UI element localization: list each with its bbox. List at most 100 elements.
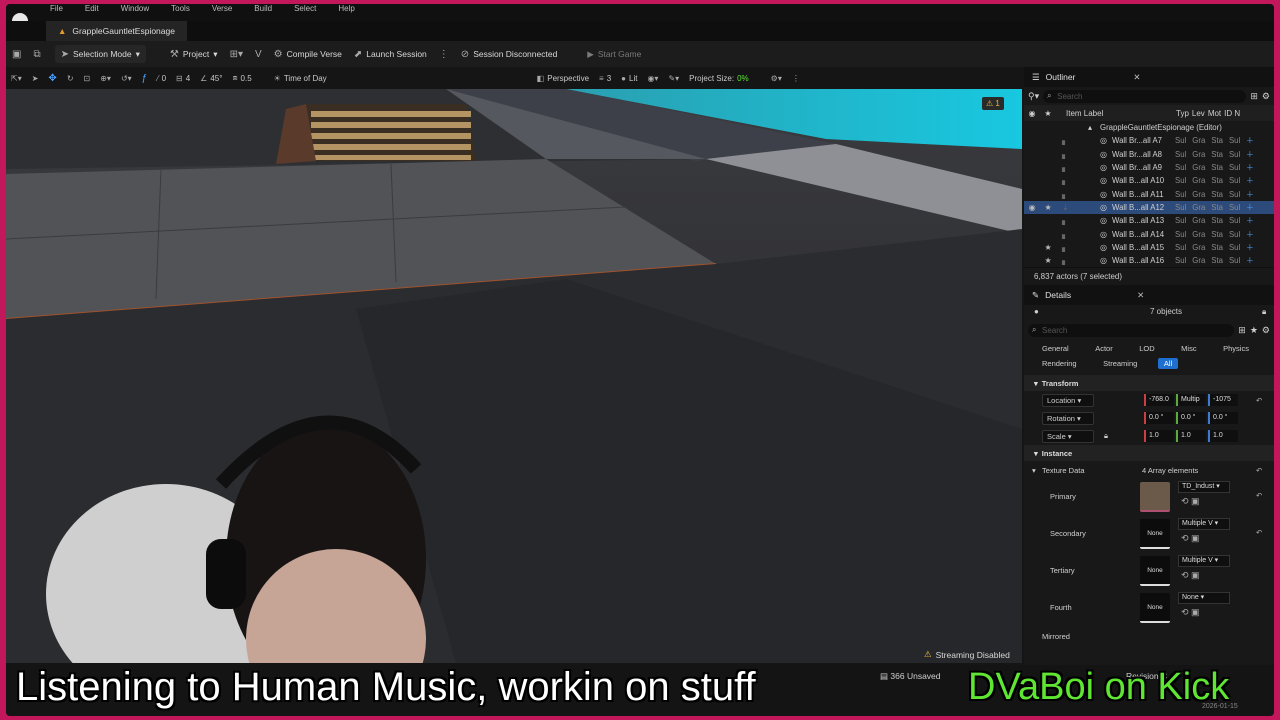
star-icon[interactable]: ★ [1040,203,1056,212]
texture-thumbnail[interactable]: None [1140,519,1170,550]
close-icon[interactable]: ✕ [1137,290,1144,301]
angle-snap-dropdown[interactable]: ∠ 45° [195,74,227,83]
show-flags-dropdown[interactable]: ◉▾ [642,74,663,83]
reset-arrow-icon[interactable]: ↶ [1256,466,1262,475]
menu-build[interactable]: Build [254,4,272,13]
add-content-button[interactable]: ⊞▾ [224,45,249,63]
rotation-z-field[interactable]: 0.0 ° [1208,412,1238,425]
filter-lod[interactable]: LOD [1133,343,1160,354]
selection-mode-dropdown[interactable]: ➤ Selection Mode ▾ [54,45,146,63]
camera-speed-dropdown[interactable]: ≡ 3 [594,74,616,83]
rotation-x-field[interactable]: 0.0 ° [1144,412,1174,425]
browse-icon[interactable]: ⟲ ▣ [1181,496,1200,507]
star-icon[interactable]: ★ [1040,256,1056,265]
launch-session-button[interactable]: ⬈ Launch Session [348,45,433,63]
add-icon[interactable]: ＋ [1246,242,1254,253]
location-z-field[interactable]: -1075 [1208,394,1238,407]
reset-arrow-icon[interactable]: ↶ [1256,396,1262,405]
menu-select[interactable]: Select [294,4,316,13]
add-icon[interactable]: ＋ [1246,135,1254,146]
outliner-row[interactable]: ▖ ◎ Wall B...all A11 Sul Gra Sta Sul ＋ [1024,187,1274,200]
view-mode-dropdown[interactable]: ● Lit [616,74,642,83]
outliner-row[interactable]: ▖ ◎ Wall B...all A10 Sul Gra Sta Sul ＋ [1024,174,1274,187]
brush-settings-dropdown[interactable]: ✎▾ [663,74,684,83]
grid-view-icon[interactable]: ⊞ [1238,325,1246,336]
rotation-y-field[interactable]: 0.0 ° [1176,412,1206,425]
rotation-snap-dropdown[interactable]: ⁄ 0 [152,74,171,83]
rotate-tool-button[interactable]: ↻ [62,74,79,83]
scale-y-field[interactable]: 1.0 [1176,430,1206,443]
lock-icon[interactable]: 🔒︎ [1262,307,1266,317]
outliner-row[interactable]: ▖ ◎ Wall Br...all A9 Sul Gra Sta Sul ＋ [1024,161,1274,174]
viewport-options-button[interactable]: ⇱▾ [6,74,27,83]
settings-button[interactable]: ⚙▾ [766,74,787,83]
star-icon[interactable]: ★ [1250,325,1258,336]
warning-badge[interactable]: ⚠ 1 [982,97,1004,110]
menu-verse[interactable]: Verse [212,4,232,13]
save-button[interactable]: ▣ [6,45,27,63]
outliner-search-input[interactable]: Search [1043,89,1247,103]
add-icon[interactable]: ＋ [1246,189,1254,200]
browse-icon[interactable]: ⟲ ▣ [1181,533,1200,544]
outliner-row[interactable]: ▖ ◎ Wall B...all A14 Sul Gra Sta Sul ＋ [1024,227,1274,240]
unsaved-indicator[interactable]: ▤ 366 Unsaved [880,671,941,682]
outliner-row[interactable]: ▖ ◎ Wall Br...all A7 Sul Gra Sta Sul ＋ [1024,134,1274,147]
scale-snap-dropdown[interactable]: ⧈ 0.5 [227,73,256,83]
column-mobility[interactable]: Mot [1208,109,1221,118]
add-icon[interactable]: ＋ [1246,215,1254,226]
more-options-button[interactable]: ⋮ [433,45,455,63]
outliner-row[interactable]: ▖ ◎ Wall Br...all A8 Sul Gra Sta Sul ＋ [1024,148,1274,161]
gear-icon[interactable]: ⚙ [1262,91,1270,102]
scale-tool-button[interactable]: ⊡ [79,74,96,83]
texture-thumbnail[interactable]: None [1140,593,1170,624]
grid-snap-button[interactable]: ƒ [137,73,153,84]
menu-tools[interactable]: Tools [171,4,190,13]
world-local-button[interactable]: ⊕▾ [95,74,116,83]
texture-dropdown[interactable]: TD_Indust ▾ [1178,481,1230,494]
folder-add-icon[interactable]: ⊞ [1250,91,1258,102]
filter-physics[interactable]: Physics [1217,343,1255,354]
level-viewport[interactable]: ⚠ 1 ⚠ Streaming Disabled [6,89,1022,663]
filter-actor[interactable]: Actor [1089,343,1119,354]
gear-icon[interactable]: ⚙ [1262,325,1270,336]
location-x-field[interactable]: -768.0 [1144,394,1174,407]
outliner-row[interactable]: ★ ▖ ◎ Wall B...all A15 Sul Gra Sta Sul ＋ [1024,241,1274,254]
filter-all[interactable]: All [1157,358,1179,370]
texture-thumbnail[interactable]: None [1140,556,1170,587]
add-icon[interactable]: ＋ [1246,175,1254,186]
location-dropdown[interactable]: Location ▾ [1042,393,1094,407]
transform-section-header[interactable]: ▾ Transform [1024,375,1274,392]
star-icon[interactable]: ★ [1040,243,1056,252]
instance-section-header[interactable]: ▾ Instance [1024,445,1274,462]
filter-general[interactable]: General [1036,343,1075,354]
lock-icon[interactable]: 🔒︎ [1104,431,1108,441]
filter-icon[interactable]: ⚲▾ [1028,91,1039,102]
select-tool-button[interactable]: ➤ [27,74,44,83]
browse-icon[interactable]: ⟲ ▣ [1181,570,1200,581]
scale-dropdown[interactable]: Scale ▾ [1042,429,1094,443]
menu-edit[interactable]: Edit [85,4,99,13]
filter-rendering[interactable]: Rendering [1036,358,1083,369]
visibility-eye-icon[interactable]: ◉ [1024,203,1040,212]
column-type[interactable]: Typ [1176,109,1189,118]
star-column-icon[interactable]: ★ [1040,109,1056,118]
add-icon[interactable]: ＋ [1246,162,1254,173]
grid-size-dropdown[interactable]: ⊟ 4 [171,74,195,83]
time-of-day-dropdown[interactable]: ☀ Time of Day [269,74,332,83]
viewport-menu-button[interactable]: ⋮ [787,74,805,83]
content-browser-button[interactable]: ⧉ [27,45,46,63]
browse-icon[interactable]: ⟲ ▣ [1181,607,1200,618]
rotation-dropdown[interactable]: Rotation ▾ [1042,411,1094,425]
eye-column-icon[interactable]: ◉ [1024,109,1040,118]
reset-arrow-icon[interactable]: ↶ [1256,491,1262,500]
scale-x-field[interactable]: 1.0 [1144,430,1174,443]
close-icon[interactable]: ✕ [1133,72,1140,83]
filter-misc[interactable]: Misc [1175,343,1202,354]
texture-dropdown[interactable]: None ▾ [1178,592,1230,605]
compile-verse-button[interactable]: ⚙ Compile Verse [268,45,348,63]
surface-snap-button[interactable]: ↺▾ [116,74,137,83]
texture-thumbnail[interactable] [1140,482,1170,513]
details-search-input[interactable]: Search [1028,323,1235,337]
add-icon[interactable]: ＋ [1246,255,1254,266]
outliner-row[interactable]: ★ ▖ ◎ Wall B...all A16 Sul Gra Sta Sul ＋ [1024,254,1274,267]
